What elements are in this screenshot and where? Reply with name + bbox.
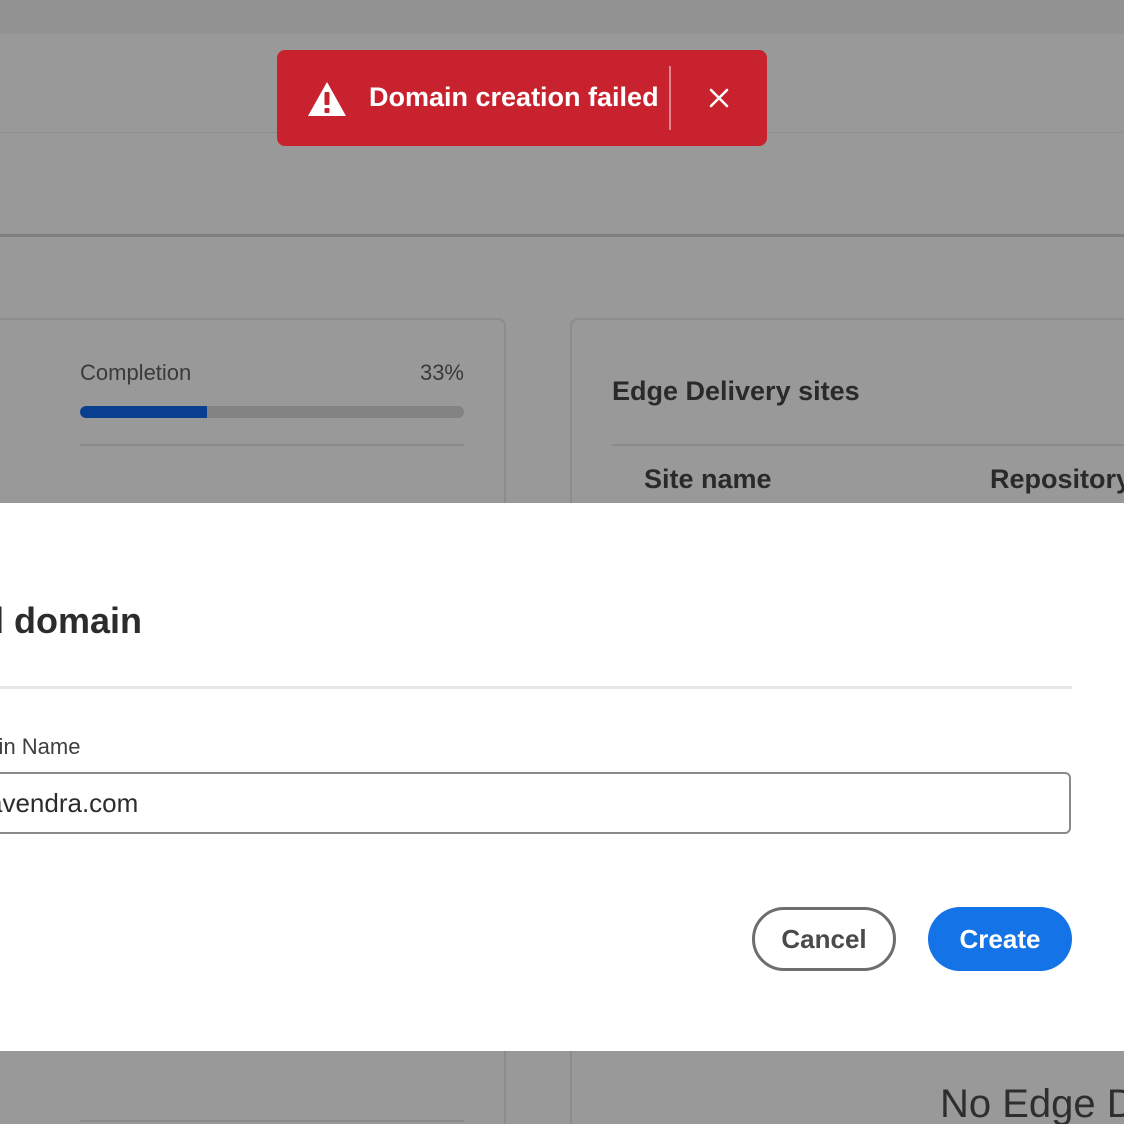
edge-sites-title: Edge Delivery sites bbox=[612, 376, 860, 406]
divider bbox=[612, 444, 1124, 446]
completion-value: 33% bbox=[419, 360, 464, 385]
page: Completion 33% Edge Delivery sites Site … bbox=[0, 0, 1124, 1124]
dialog-divider bbox=[0, 686, 1072, 689]
cancel-button[interactable]: Cancel bbox=[752, 907, 896, 971]
column-header-repository[interactable]: Repository bbox=[990, 464, 1124, 495]
domain-name-label: main Name bbox=[0, 734, 81, 759]
app-header-strip bbox=[0, 0, 1124, 34]
divider bbox=[0, 234, 1124, 237]
toast-separator bbox=[669, 66, 671, 130]
close-icon bbox=[709, 88, 729, 108]
empty-state-text: No Edge De bbox=[940, 1082, 1124, 1124]
completion-progress-bar bbox=[80, 406, 464, 418]
dialog-title: dd domain bbox=[0, 600, 142, 641]
completion-label: Completion bbox=[80, 360, 192, 385]
column-header-site-name[interactable]: Site name bbox=[644, 464, 772, 495]
toast-close-button[interactable] bbox=[699, 78, 739, 118]
divider bbox=[80, 1120, 464, 1122]
toast-message: Domain creation failed bbox=[369, 82, 659, 112]
alert-triangle-icon bbox=[308, 82, 346, 116]
divider bbox=[80, 444, 464, 446]
progress-fill bbox=[80, 406, 207, 418]
create-button[interactable]: Create bbox=[928, 907, 1072, 971]
domain-name-input[interactable] bbox=[0, 772, 1071, 834]
